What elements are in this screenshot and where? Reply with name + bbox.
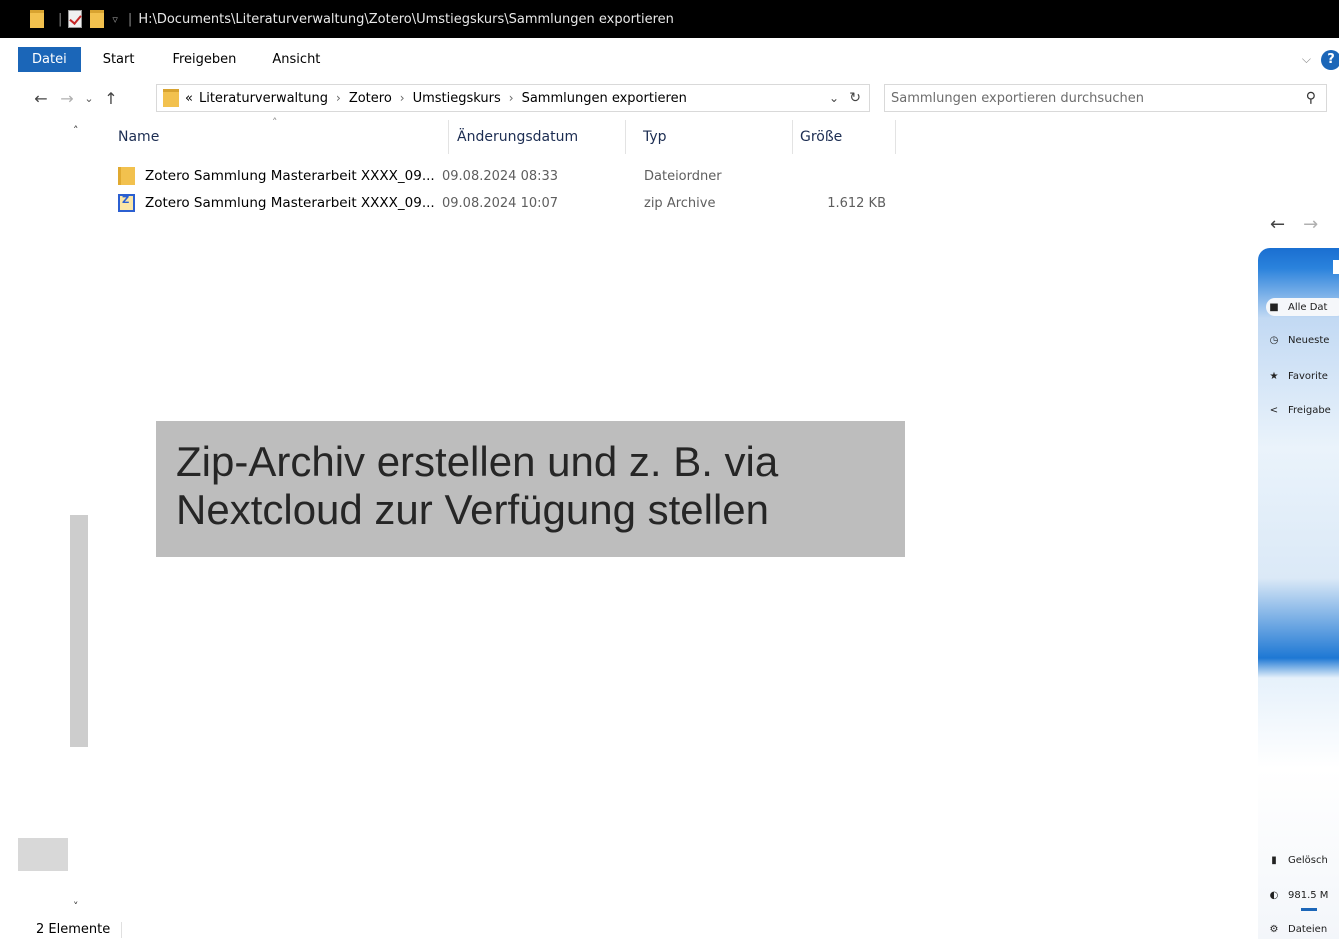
gear-icon: ⚙	[1269, 923, 1279, 935]
navigation-bar: ← → ⌄ ↑ « Literaturverwaltung › Zotero ›…	[0, 84, 1339, 112]
folder-icon	[118, 167, 135, 185]
star-icon: ★	[1269, 370, 1279, 382]
divider	[121, 922, 122, 938]
navigation-pane-scrollbar[interactable]: ˄ ˅	[69, 120, 89, 915]
column-header-size[interactable]: Größe	[792, 120, 896, 154]
column-headers: ˄ Name Änderungsdatum Typ Größe	[100, 116, 900, 154]
search-placeholder: Sammlungen exportieren durchsuchen	[891, 90, 1144, 106]
chevron-down-icon[interactable]: ˅	[73, 900, 79, 913]
nextcloud-item-label: Gelösch	[1288, 854, 1328, 866]
tab-freigeben[interactable]: Freigeben	[156, 47, 258, 72]
folder-icon[interactable]	[30, 10, 44, 28]
clock-icon: ◷	[1269, 334, 1279, 346]
address-bar[interactable]: « Literaturverwaltung › Zotero › Umstieg…	[156, 84, 870, 112]
nextcloud-item-label: Alle Dat	[1288, 301, 1328, 313]
folder-icon: ■	[1269, 301, 1279, 313]
chevron-right-icon[interactable]: ›	[400, 91, 405, 105]
file-name: Zotero Sammlung Masterarbeit XXXX_09...	[145, 195, 435, 211]
file-name: Zotero Sammlung Masterarbeit XXXX_09...	[145, 168, 435, 184]
customize-toolbar-icon[interactable]: ▿	[112, 13, 118, 26]
nextcloud-item-all-files[interactable]: ■ Alle Dat	[1266, 298, 1339, 316]
column-header-type[interactable]: Typ	[635, 120, 793, 154]
tab-start[interactable]: Start	[81, 47, 157, 72]
file-name-cell[interactable]: Zotero Sammlung Masterarbeit XXXX_09...	[118, 167, 442, 185]
chevron-right-icon[interactable]: ›	[509, 91, 514, 105]
expand-ribbon-icon[interactable]: ⌵	[1302, 52, 1311, 67]
recent-locations-icon[interactable]: ⌄	[80, 92, 98, 105]
pie-chart-icon: ◐	[1269, 889, 1279, 901]
back-arrow-icon[interactable]: ←	[1270, 214, 1285, 235]
nextcloud-logo	[1333, 260, 1339, 274]
column-header-name[interactable]: Name	[110, 120, 446, 154]
nextcloud-item-label: 981.5 M	[1288, 889, 1329, 901]
chevron-up-icon[interactable]: ˄	[73, 124, 79, 137]
folder-icon	[163, 89, 179, 107]
nextcloud-item-shares[interactable]: < Freigabe	[1268, 401, 1331, 419]
nextcloud-sidebar: ■ Alle Dat ◷ Neueste ★ Favorite < Freiga…	[1258, 248, 1339, 939]
new-folder-icon[interactable]	[90, 10, 105, 28]
refresh-icon[interactable]: ↻	[849, 90, 861, 106]
up-arrow-icon[interactable]: ↑	[98, 89, 124, 108]
file-size: 1.612 KB	[827, 195, 886, 211]
instruction-callout: Zip-Archiv erstellen und z. B. via Nextc…	[156, 421, 905, 557]
breadcrumb-umstiegskurs[interactable]: Umstiegskurs	[413, 91, 501, 106]
item-count: 2 Elemente	[36, 922, 111, 937]
nextcloud-item-label: Freigabe	[1288, 404, 1331, 416]
ribbon-controls: ⌵ ?	[1302, 47, 1339, 72]
tab-ansicht[interactable]: Ansicht	[258, 47, 342, 72]
file-type: zip Archive	[644, 195, 716, 211]
breadcrumb-zotero[interactable]: Zotero	[349, 91, 392, 106]
chevron-right-icon[interactable]: ›	[336, 91, 341, 105]
tab-datei[interactable]: Datei	[18, 47, 81, 72]
breadcrumb-literaturverwaltung[interactable]: Literaturverwaltung	[199, 91, 328, 106]
nextcloud-item-label: Dateien	[1288, 923, 1328, 935]
explorer-window: | ▿ | H:\Documents\Literaturverwaltung\Z…	[0, 0, 1339, 939]
file-date: 09.08.2024 08:33	[442, 168, 559, 184]
trash-icon: ▮	[1271, 854, 1277, 866]
column-header-date[interactable]: Änderungsdatum	[448, 120, 626, 154]
nextcloud-nav: ← →	[1270, 214, 1336, 235]
forward-arrow-icon[interactable]: →	[1303, 214, 1318, 235]
breadcrumb-overflow[interactable]: «	[185, 91, 193, 106]
nextcloud-item-deleted[interactable]: ▮ Gelösch	[1268, 851, 1328, 869]
nextcloud-item-settings[interactable]: ⚙ Dateien	[1268, 920, 1328, 938]
table-row[interactable]: Z Zotero Sammlung Masterarbeit XXXX_09..…	[118, 191, 886, 215]
divider: |	[127, 11, 133, 27]
storage-progress-bar	[1301, 908, 1317, 911]
help-icon[interactable]: ?	[1321, 49, 1339, 70]
window-title: H:\Documents\Literaturverwaltung\Zotero\…	[138, 11, 674, 27]
scrollbar-thumb[interactable]	[70, 515, 88, 747]
navigation-pane-selection[interactable]	[18, 838, 68, 871]
divider: |	[58, 11, 63, 27]
title-bar: | ▿ | H:\Documents\Literaturverwaltung\Z…	[0, 0, 1339, 38]
breadcrumb-sammlungen-exportieren[interactable]: Sammlungen exportieren	[522, 91, 687, 106]
nextcloud-item-favorites[interactable]: ★ Favorite	[1268, 367, 1328, 385]
search-icon[interactable]: ⚲	[1306, 90, 1316, 106]
properties-icon[interactable]	[68, 10, 83, 28]
forward-arrow-icon[interactable]: →	[54, 89, 80, 108]
file-name-cell[interactable]: Z Zotero Sammlung Masterarbeit XXXX_09..…	[118, 194, 442, 212]
zip-archive-icon: Z	[118, 194, 135, 212]
nextcloud-item-label: Favorite	[1288, 370, 1328, 382]
nextcloud-storage-quota[interactable]: ◐ 981.5 M	[1268, 886, 1329, 904]
ribbon: Datei Start Freigeben Ansicht ⌵ ?	[0, 47, 1339, 72]
search-input[interactable]: Sammlungen exportieren durchsuchen ⚲	[884, 84, 1327, 112]
nextcloud-item-recent[interactable]: ◷ Neueste	[1268, 331, 1330, 349]
nextcloud-item-label: Neueste	[1288, 334, 1330, 346]
table-row[interactable]: Zotero Sammlung Masterarbeit XXXX_09... …	[118, 164, 722, 188]
file-type: Dateiordner	[644, 168, 722, 184]
callout-line-1: Zip-Archiv erstellen und z. B. via	[176, 438, 779, 485]
callout-line-2: Nextcloud zur Verfügung stellen	[176, 486, 770, 533]
chevron-down-icon[interactable]: ⌄	[829, 91, 839, 105]
file-date: 09.08.2024 10:07	[442, 195, 559, 211]
back-arrow-icon[interactable]: ←	[28, 89, 54, 108]
share-icon: <	[1269, 404, 1279, 416]
